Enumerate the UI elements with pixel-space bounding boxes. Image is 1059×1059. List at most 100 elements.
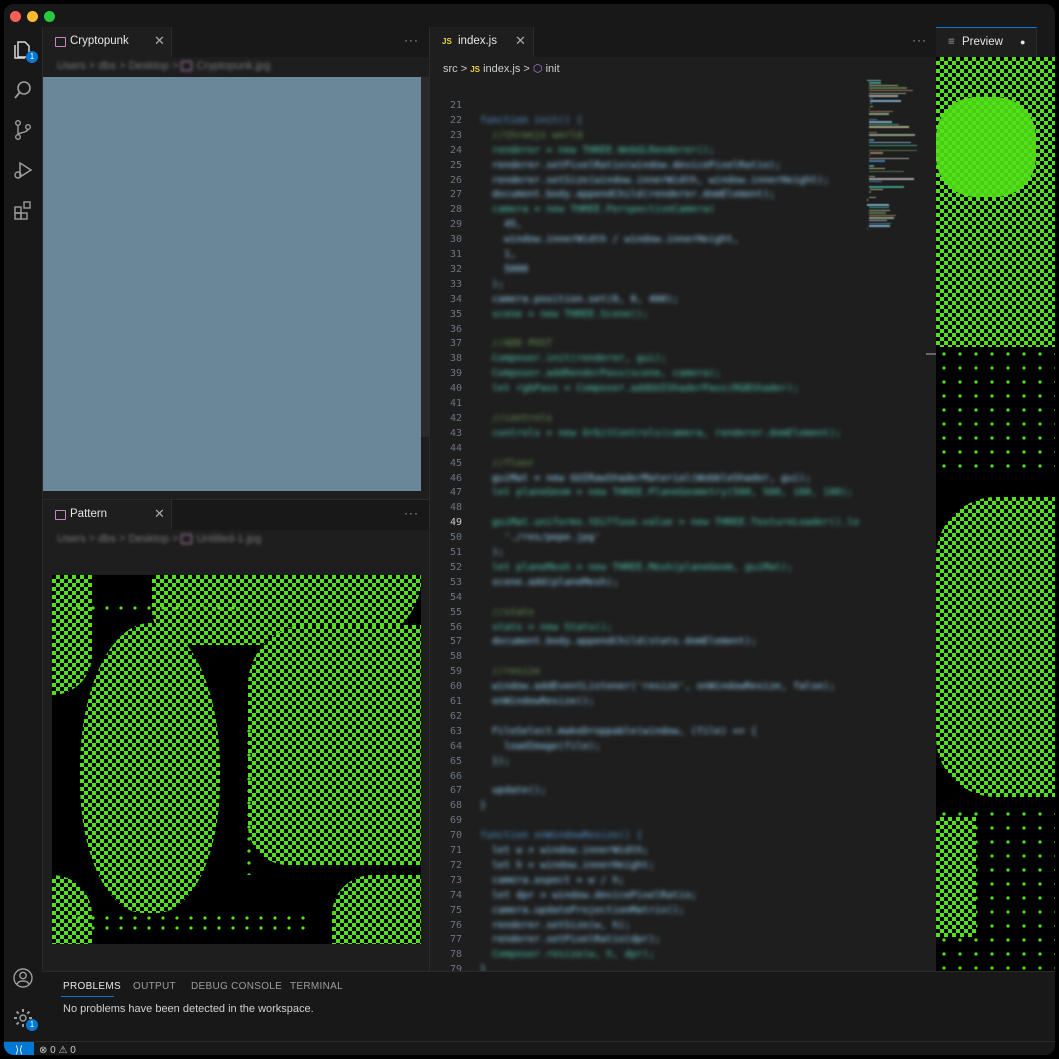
line-number: 27 bbox=[449, 189, 462, 201]
code-line[interactable]: 1, bbox=[480, 249, 516, 260]
code-line[interactable]: Composer.resize(w, h, dpr); bbox=[480, 949, 655, 960]
code-line[interactable]: onWindowResize(); bbox=[480, 696, 594, 707]
breadcrumb-item[interactable]: Desktop bbox=[129, 533, 169, 545]
code-line[interactable]: camera = new THREE.PerspectiveCamera( bbox=[480, 204, 715, 215]
more-actions-icon[interactable]: ··· bbox=[404, 33, 419, 47]
code-line[interactable]: Composer.init(renderer, gui); bbox=[480, 353, 667, 364]
code-line[interactable]: stats = new Stats(); bbox=[480, 622, 612, 633]
code-line[interactable]: }); bbox=[480, 756, 510, 767]
breadcrumb-symbol[interactable]: init bbox=[546, 63, 560, 75]
breadcrumb-item[interactable]: dbs bbox=[98, 533, 116, 545]
code-line[interactable]: //floor bbox=[480, 458, 534, 469]
code-line[interactable]: camera.updateProjectionMatrix(); bbox=[480, 905, 685, 916]
code-line[interactable]: renderer.setSize(w, h); bbox=[480, 920, 630, 931]
problems-status[interactable]: ⊗ 0 ⚠ 0 bbox=[39, 1045, 76, 1055]
code-editor[interactable]: 21 22 function init() {23 //threejs world 2… bbox=[430, 100, 918, 993]
source-control-icon[interactable] bbox=[12, 119, 34, 141]
tab-cryptopunk[interactable]: Cryptopunk ✕ bbox=[43, 27, 172, 57]
tab-pattern[interactable]: Pattern ✕ bbox=[43, 500, 172, 530]
line-number: 53 bbox=[449, 576, 462, 588]
breadcrumb-item[interactable]: dbs bbox=[98, 60, 116, 72]
code-line[interactable]: let w = window.innerWidth; bbox=[480, 845, 649, 856]
unsaved-dot-icon[interactable]: ● bbox=[1020, 37, 1025, 47]
code-line[interactable]: window.innerWidth / window.innerHeight, bbox=[480, 234, 739, 245]
account-icon[interactable] bbox=[12, 967, 34, 989]
maximize-window-button[interactable] bbox=[44, 11, 55, 22]
code-line[interactable]: 5000 bbox=[480, 264, 528, 275]
panel-tab-debug-console[interactable]: DEBUG CONSOLE bbox=[191, 981, 282, 992]
close-icon[interactable]: ✕ bbox=[515, 33, 526, 49]
breadcrumb-item[interactable]: Desktop bbox=[129, 60, 169, 72]
code-line[interactable]: let planeGeom = new THREE.PlaneGeometry(… bbox=[480, 487, 853, 498]
code-line[interactable]: //stats bbox=[480, 607, 534, 618]
tab-preview[interactable]: ≡ Preview ● bbox=[936, 27, 1037, 58]
panel-tab-terminal[interactable]: TERMINAL bbox=[290, 981, 343, 992]
breadcrumb-folder[interactable]: src bbox=[443, 63, 458, 75]
code-line[interactable]: renderer.setPixelRatio(window.devicePixe… bbox=[480, 160, 781, 171]
code-line[interactable]: ); bbox=[480, 279, 504, 290]
breadcrumb-item[interactable]: Untitled-1.jpg bbox=[196, 533, 261, 545]
code-line[interactable]: let dpr = window.devicePixelRatio; bbox=[480, 890, 697, 901]
code-line[interactable]: renderer.setSize(window.innerWidth, wind… bbox=[480, 175, 829, 186]
code-line[interactable]: document.body.appendChild(renderer.domEl… bbox=[480, 189, 775, 200]
line-number: 74 bbox=[449, 889, 462, 901]
code-line[interactable]: //threejs world bbox=[480, 130, 582, 141]
code-line[interactable]: function onWindowResize() { bbox=[480, 830, 643, 841]
code-line[interactable]: loadImage(file); bbox=[480, 741, 600, 752]
code-line[interactable]: document.body.appendChild(stats.domEleme… bbox=[480, 636, 757, 647]
code-line[interactable]: controls = new OrbitControls(camera, ren… bbox=[480, 428, 841, 439]
breadcrumb-item[interactable]: Cryptopunk.jpg bbox=[196, 60, 270, 72]
line-number: 41 bbox=[449, 398, 462, 409]
code-line[interactable]: './res/pepe.jpg' bbox=[480, 532, 600, 543]
code-line[interactable]: renderer.setPixelRatio(dpr); bbox=[480, 934, 661, 945]
remote-icon[interactable]: ⟩⟨ bbox=[4, 1042, 34, 1055]
close-icon[interactable]: ✕ bbox=[154, 506, 165, 522]
code-line[interactable]: //ADD POST bbox=[480, 338, 552, 349]
tab-label: index.js bbox=[458, 35, 497, 47]
code-line[interactable]: update(); bbox=[480, 785, 546, 796]
line-number: 58 bbox=[449, 651, 462, 663]
search-icon[interactable] bbox=[12, 79, 34, 101]
tab-index-js[interactable]: JS index.js ✕ bbox=[430, 27, 534, 57]
code-line[interactable]: 45, bbox=[480, 219, 522, 230]
code-line[interactable]: //controls bbox=[480, 413, 552, 424]
scrollbar-thumb[interactable] bbox=[926, 353, 936, 355]
panel-tab-problems[interactable]: PROBLEMS bbox=[63, 981, 121, 992]
code-line[interactable]: let rgbPass = Composer.addGUIShaderPass(… bbox=[480, 383, 799, 394]
code-line[interactable]: scene.add(planeMesh); bbox=[480, 577, 618, 588]
breadcrumb-item[interactable]: Users bbox=[57, 60, 86, 72]
line-number: 23 bbox=[449, 129, 462, 141]
line-number: 77 bbox=[449, 934, 462, 946]
extensions-icon[interactable] bbox=[12, 199, 34, 221]
minimap[interactable] bbox=[867, 77, 923, 237]
tab-bar: Cryptopunk ✕ ··· bbox=[43, 27, 429, 57]
scrollbar[interactable] bbox=[421, 77, 429, 437]
run-debug-icon[interactable] bbox=[12, 159, 34, 181]
preview-render[interactable] bbox=[936, 57, 1055, 971]
code-line[interactable]: } bbox=[480, 800, 486, 811]
code-line[interactable]: camera.aspect = w / h; bbox=[480, 875, 624, 886]
breadcrumb-file[interactable]: index.js bbox=[483, 63, 520, 75]
code-line[interactable]: //resize bbox=[480, 666, 540, 677]
close-icon[interactable]: ✕ bbox=[154, 33, 165, 49]
code-line[interactable]: camera.position.set(0, 0, 400); bbox=[480, 294, 679, 305]
code-line[interactable]: renderer = new THREE.WebGLRenderer(); bbox=[480, 145, 715, 156]
code-line[interactable]: function init() { bbox=[480, 115, 582, 126]
code-line[interactable]: guiMat = new GUIRawShaderMaterial(Wobble… bbox=[480, 473, 811, 484]
code-line[interactable]: Composer.addRenderPass(scene, camera); bbox=[480, 368, 721, 379]
code-line[interactable]: FileSelect.makeDroppable(window, (file) … bbox=[480, 726, 757, 737]
active-tab-indicator bbox=[61, 996, 114, 997]
line-number: 40 bbox=[449, 383, 462, 395]
minimize-window-button[interactable] bbox=[27, 11, 38, 22]
more-actions-icon[interactable]: ··· bbox=[404, 506, 419, 520]
code-line[interactable]: ); bbox=[480, 547, 504, 558]
code-line[interactable]: window.addEventListener('resize', onWind… bbox=[480, 681, 835, 692]
close-window-button[interactable] bbox=[10, 11, 21, 22]
code-line[interactable]: guiMat.uniforms.tDiffuse.value = new THR… bbox=[480, 517, 859, 528]
breadcrumb-item[interactable]: Users bbox=[57, 533, 86, 545]
code-line[interactable]: let planeMesh = new THREE.Mesh(planeGeom… bbox=[480, 562, 793, 573]
more-actions-icon[interactable]: ··· bbox=[912, 33, 927, 47]
panel-tab-output[interactable]: OUTPUT bbox=[133, 981, 176, 992]
code-line[interactable]: scene = new THREE.Scene(); bbox=[480, 309, 649, 320]
code-line[interactable]: let h = window.innerHeight; bbox=[480, 860, 655, 871]
